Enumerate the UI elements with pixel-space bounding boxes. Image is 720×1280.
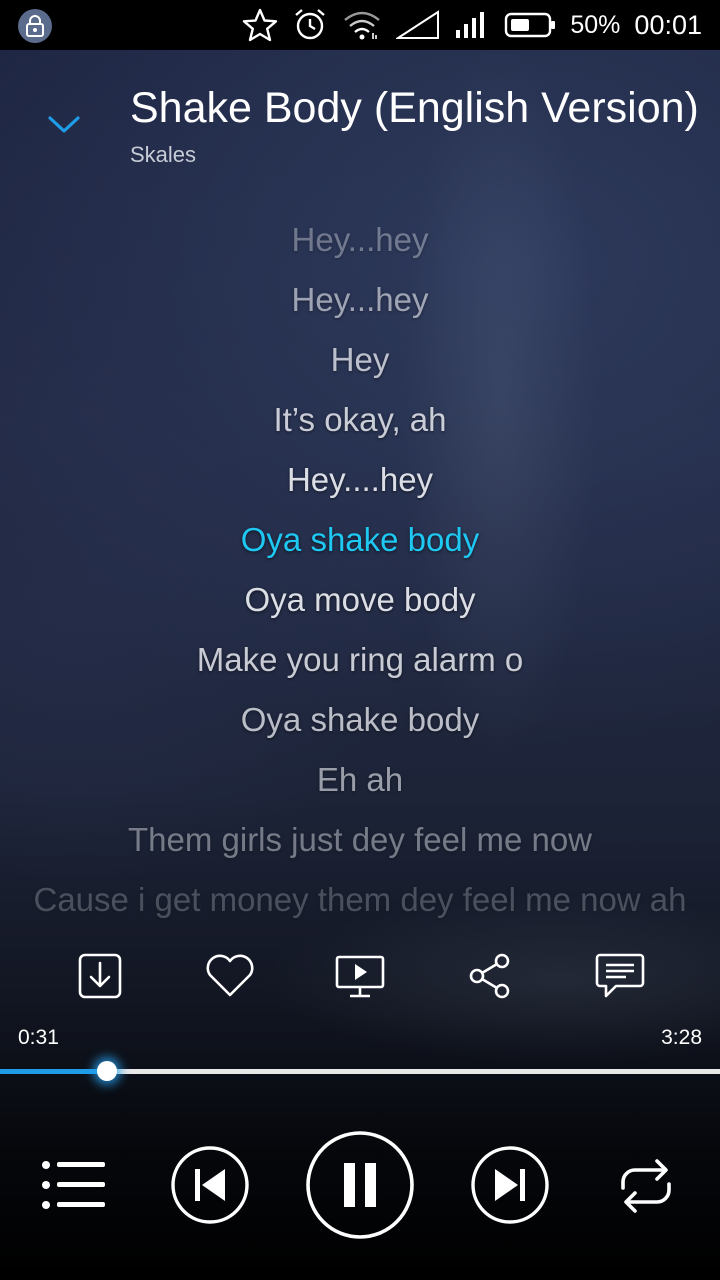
lyric-line: Hey (330, 341, 390, 378)
lyric-line: Hey...hey (291, 281, 429, 318)
lyric-line: Oya move body (244, 581, 476, 618)
collapse-button[interactable] (44, 104, 84, 144)
repeat-icon (621, 1159, 671, 1213)
lyric-line: Eh ah (316, 761, 404, 798)
next-button[interactable] (470, 1145, 550, 1225)
lyric-line: Them girls just dey feel me now (127, 821, 592, 858)
lyrics-panel[interactable]: Hey...hey Hey...hey Hey It’s okay, ah Hey...… (0, 210, 720, 930)
battery-percent: 50% (570, 10, 621, 39)
signal-bars-icon (454, 10, 490, 40)
lyric-line: Make you ring alarm o (196, 641, 524, 678)
progress-thumb[interactable] (97, 1061, 118, 1081)
elapsed-time: 0:31 (18, 1026, 59, 1049)
pause-button[interactable] (304, 1129, 416, 1241)
comment-icon (595, 953, 645, 998)
download-button[interactable] (72, 948, 128, 1004)
video-icon (335, 955, 385, 998)
playlist-button[interactable] (40, 1156, 108, 1214)
signal-icon (396, 10, 440, 40)
lyric-line: It’s okay, ah (273, 401, 447, 438)
chevron-down-icon (48, 116, 80, 133)
battery-icon (504, 11, 556, 39)
lyric-line: Hey....hey (286, 461, 434, 498)
alarm-icon (292, 7, 328, 43)
comments-button[interactable] (592, 948, 648, 1004)
action-bar (0, 940, 720, 1010)
lyric-line: Oya shake body (240, 701, 480, 738)
share-icon (469, 953, 510, 999)
favorite-button[interactable] (202, 948, 258, 1004)
video-button[interactable] (332, 948, 388, 1004)
lyric-line-current: Oya shake body (240, 521, 480, 558)
lyric-line: Cause i get money them dey feel me now a… (33, 881, 687, 918)
previous-button[interactable] (170, 1145, 250, 1225)
download-icon (78, 953, 122, 999)
playlist-icon (42, 1161, 105, 1209)
lyric-line: Hey...hey (291, 221, 429, 258)
song-title: Shake Body (English Version) (130, 84, 699, 132)
pause-icon (306, 1131, 414, 1239)
star-icon (242, 8, 278, 42)
wifi-icon (342, 9, 382, 41)
progress-fill (0, 1069, 108, 1074)
heart-icon (206, 954, 254, 997)
lock-icon (18, 9, 52, 43)
repeat-button[interactable] (612, 1153, 680, 1219)
status-clock: 00:01 (634, 9, 702, 40)
total-time: 3:28 (661, 1026, 702, 1049)
previous-icon (171, 1146, 249, 1224)
artist-name[interactable]: Skales (130, 142, 196, 168)
share-button[interactable] (462, 948, 518, 1004)
next-icon (471, 1146, 549, 1224)
status-bar: 50% 00:01 (0, 0, 720, 50)
